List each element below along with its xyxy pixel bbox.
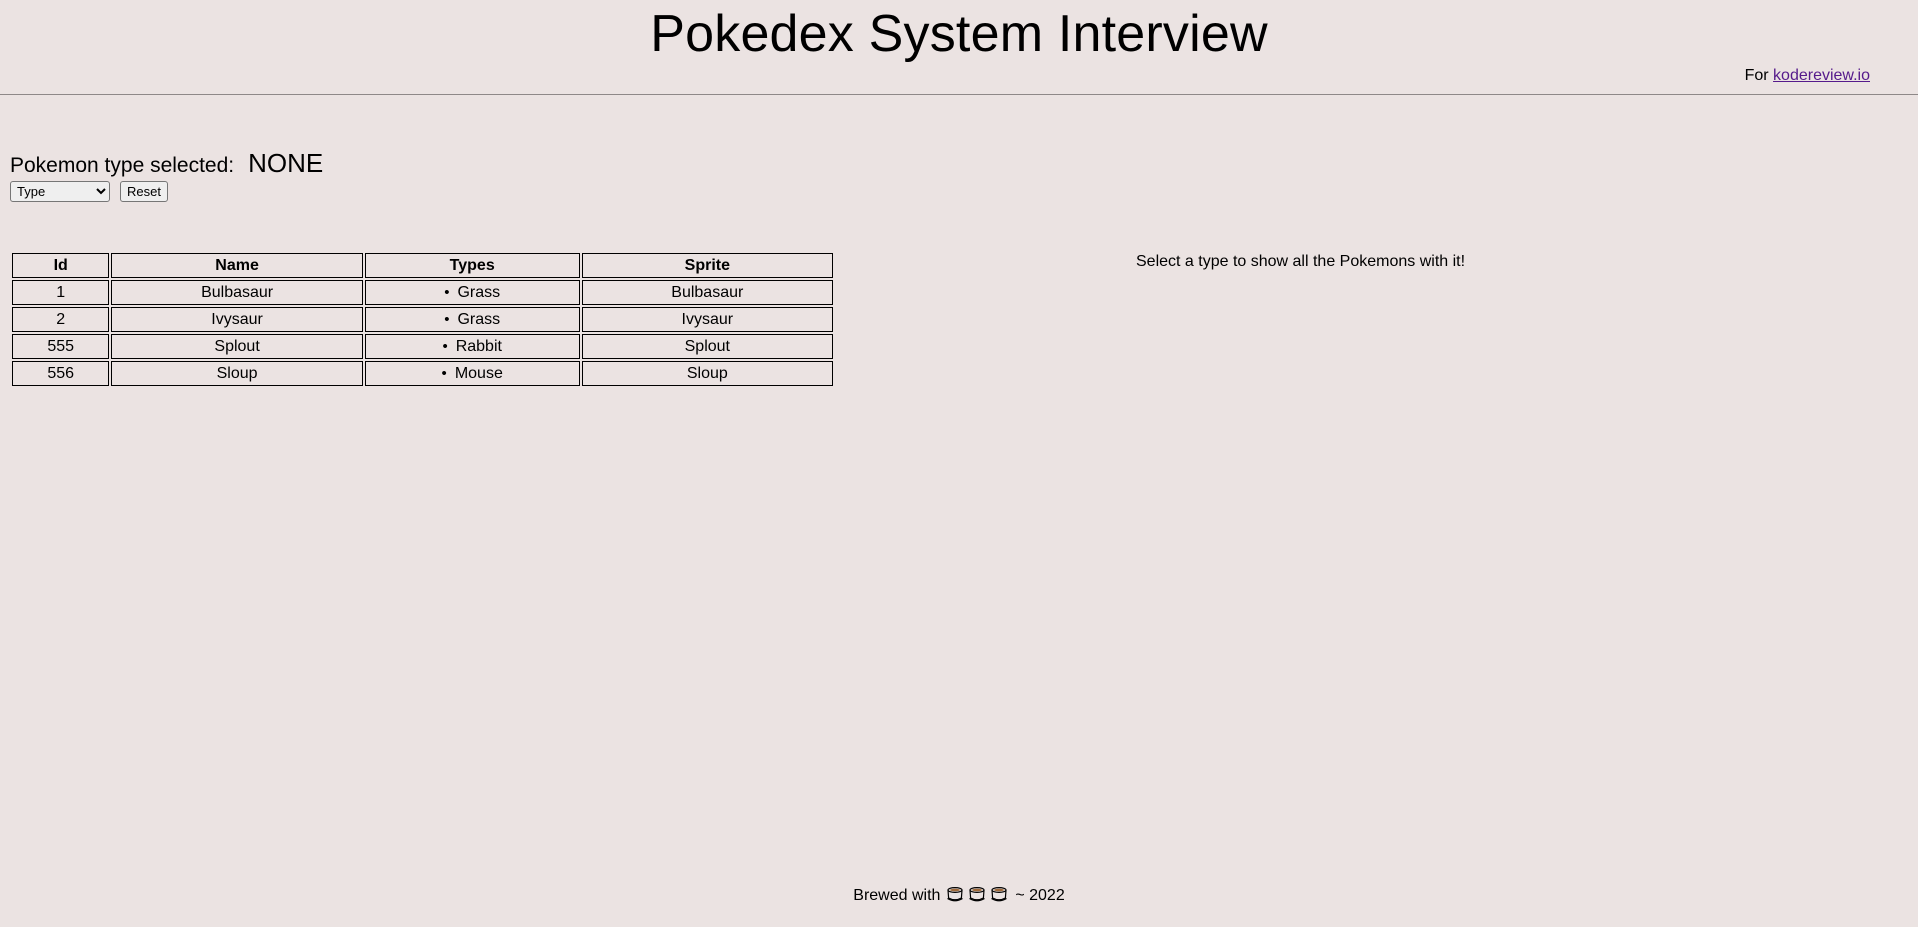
cell-types: Mouse (364, 361, 580, 386)
footer-prefix: Brewed with (853, 887, 941, 904)
table-header-row: Id Name Types Sprite (12, 253, 833, 278)
select-type-hint: Select a type to show all the Pokemons w… (1136, 253, 1466, 270)
cell-sprite: Sloup (581, 361, 833, 386)
type-item: Rabbit (442, 338, 502, 356)
cell-name: Sloup (111, 361, 363, 386)
type-item: Mouse (442, 365, 503, 383)
table-row: 556 Sloup Mouse Sloup (12, 361, 833, 386)
mug-icon (967, 886, 987, 903)
selected-type-label: Pokemon type selected: (10, 154, 235, 177)
mug-icon (989, 886, 1009, 903)
credit-line: For kodereview.io (1745, 67, 1870, 85)
cell-id: 2 (12, 307, 110, 332)
cell-sprite: Bulbasaur (581, 280, 833, 305)
cell-sprite: Ivysaur (581, 307, 833, 332)
type-list: Grass (444, 311, 500, 329)
reset-button[interactable]: Reset (120, 181, 168, 202)
type-list: Grass (444, 284, 500, 302)
cell-types: Grass (364, 307, 580, 332)
table-row: 2 Ivysaur Grass Ivysaur (12, 307, 833, 332)
selected-type-line: Pokemon type selected: NONE (10, 148, 323, 179)
cell-types: Rabbit (364, 334, 580, 359)
column-header-id: Id (12, 253, 110, 278)
column-header-name: Name (111, 253, 363, 278)
page: Pokedex System Interview For kodereview.… (0, 0, 1918, 927)
table-row: 1 Bulbasaur Grass Bulbasaur (12, 280, 833, 305)
type-list: Mouse (442, 365, 503, 383)
cell-name: Splout (111, 334, 363, 359)
type-select[interactable]: Type (10, 181, 110, 202)
pokemon-table: Id Name Types Sprite 1 Bulbasaur Grass B… (10, 251, 835, 388)
cell-id: 555 (12, 334, 110, 359)
column-header-types: Types (364, 253, 580, 278)
cell-id: 1 (12, 280, 110, 305)
footer-suffix: ~ 2022 (1015, 887, 1065, 904)
type-controls: Pokemon type selected: NONE Type Reset (10, 148, 323, 202)
type-item: Grass (444, 311, 500, 329)
cell-name: Bulbasaur (111, 280, 363, 305)
column-header-sprite: Sprite (581, 253, 833, 278)
cell-types: Grass (364, 280, 580, 305)
cell-id: 556 (12, 361, 110, 386)
cell-name: Ivysaur (111, 307, 363, 332)
cell-sprite: Splout (581, 334, 833, 359)
table-row: 555 Splout Rabbit Splout (12, 334, 833, 359)
page-footer: Brewed with ~ 2022 (0, 886, 1918, 905)
kodereview-link[interactable]: kodereview.io (1773, 67, 1870, 84)
page-title: Pokedex System Interview (650, 5, 1268, 63)
type-item: Grass (444, 284, 500, 302)
credit-prefix: For (1744, 67, 1769, 84)
page-header: Pokedex System Interview For kodereview.… (0, 0, 1918, 95)
control-row: Type Reset (10, 181, 323, 202)
mug-icon (945, 886, 965, 903)
type-list: Rabbit (442, 338, 502, 356)
selected-type-value: NONE (248, 148, 324, 178)
